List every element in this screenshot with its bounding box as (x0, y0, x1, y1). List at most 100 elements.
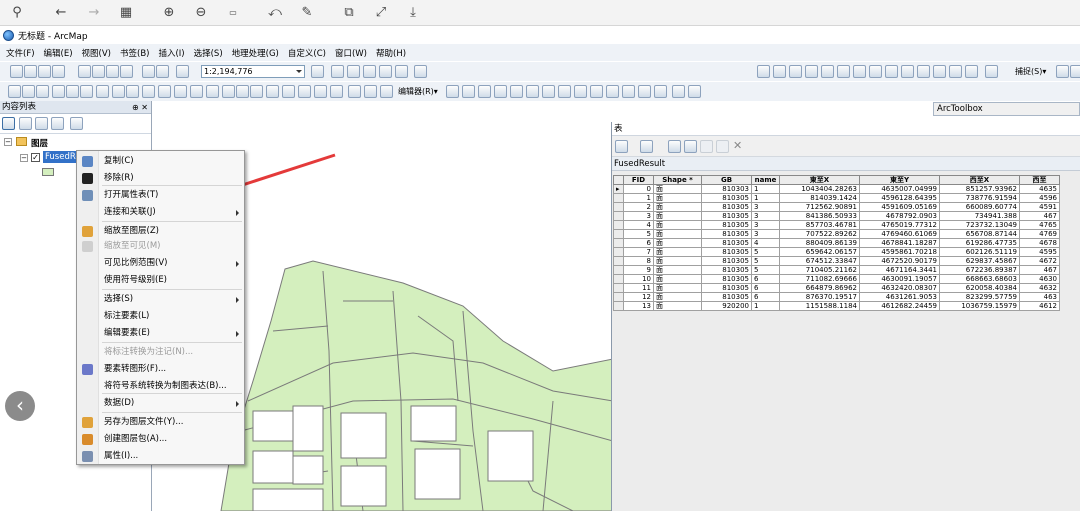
table-cell[interactable]: 712562.90891 (779, 202, 860, 212)
table-cell[interactable]: 3 (751, 202, 780, 212)
table-cell[interactable]: 4632 (1019, 283, 1060, 293)
table-cell[interactable]: 810305 (701, 265, 752, 275)
table-cell[interactable]: 664879.86962 (779, 283, 860, 293)
table-cell[interactable]: 4596 (1019, 193, 1060, 203)
table-cell[interactable]: 810305 (701, 229, 752, 239)
toolbar-button-icon[interactable] (542, 85, 555, 98)
column-header[interactable]: 東至Y (859, 175, 940, 185)
toolbar-button-icon[interactable] (206, 85, 219, 98)
table-cell[interactable]: 810305 (701, 274, 752, 284)
toolbar-button-icon[interactable] (78, 65, 91, 78)
related-tables-icon[interactable] (640, 140, 653, 153)
table-cell[interactable]: 面 (653, 274, 702, 284)
list-by-selection-icon[interactable] (51, 117, 64, 130)
table-cell[interactable]: 810305 (701, 220, 752, 230)
toolbar-button-icon[interactable] (120, 65, 133, 78)
table-cell[interactable]: 3 (623, 211, 654, 221)
row-selector[interactable] (613, 211, 624, 221)
toolbar-button-icon[interactable] (494, 85, 507, 98)
table-cell[interactable]: 629837.45867 (939, 256, 1020, 266)
toolbar-button-icon[interactable] (52, 65, 65, 78)
toolbar-button-icon[interactable] (622, 85, 635, 98)
table-cell[interactable]: 4769460.61069 (859, 229, 940, 239)
toolbar-button-icon[interactable] (869, 65, 882, 78)
toc-pin-close[interactable]: ⊕ ✕ (132, 101, 148, 114)
column-header[interactable]: name (751, 175, 780, 185)
table-cell[interactable]: 4769 (1019, 229, 1060, 239)
toolbar-button-icon[interactable] (8, 85, 21, 98)
toolbar-button-icon[interactable] (52, 85, 65, 98)
previous-arrow-button[interactable]: ‹ (5, 391, 35, 421)
toolbar-button-icon[interactable] (266, 85, 279, 98)
table-cell[interactable]: 3 (751, 220, 780, 230)
toolbar-button-icon[interactable] (510, 85, 523, 98)
table-cell[interactable]: 面 (653, 238, 702, 248)
toolbar-button-icon[interactable] (330, 85, 343, 98)
context-menu-item[interactable]: 连接和关联(J) (77, 204, 244, 221)
context-menu-item[interactable]: 缩放至可见(M) (77, 238, 244, 255)
table-cell[interactable]: 4672520.90179 (859, 256, 940, 266)
toolbar-button-icon[interactable] (380, 85, 393, 98)
table-row[interactable]: 6 面 810305 4 880409.86139 4678841.18287 619286… (613, 238, 1060, 248)
toolbar-button-icon[interactable] (446, 85, 459, 98)
table-row[interactable]: 13 面 920200 1 1151588.1184 4612682.24459 10367… (613, 301, 1060, 311)
table-cell[interactable]: 660089.60774 (939, 202, 1020, 212)
menu-item[interactable]: 自定义(C) (288, 47, 326, 59)
table-cell[interactable]: 1 (751, 301, 780, 311)
toolbar-button-icon[interactable] (688, 85, 701, 98)
table-cell[interactable]: 4631261.9053 (859, 292, 940, 302)
table-cell[interactable]: 8 (623, 256, 654, 266)
menu-item[interactable]: 帮助(H) (376, 47, 406, 59)
toolbar-button-icon[interactable] (176, 65, 189, 78)
table-cell[interactable]: 1151588.1184 (779, 301, 860, 311)
table-cell[interactable]: 707522.89262 (779, 229, 860, 239)
toolbar-button-icon[interactable] (414, 65, 427, 78)
menu-item[interactable]: 书签(B) (120, 47, 149, 59)
context-menu-item[interactable]: 可见比例范围(V) (77, 255, 244, 272)
table-cell[interactable]: 5 (623, 229, 654, 239)
table-cell[interactable]: 面 (653, 301, 702, 311)
list-by-visibility-icon[interactable] (35, 117, 48, 130)
table-cell[interactable]: 668663.68603 (939, 274, 1020, 284)
table-cell[interactable]: 4678792.0903 (859, 211, 940, 221)
table-row[interactable]: 11 面 810305 6 664879.86962 4632420.08307 62005… (613, 283, 1060, 293)
pin-icon[interactable]: ⚲ (8, 3, 26, 21)
table-cell[interactable]: 734941.388 (939, 211, 1020, 221)
table-cell[interactable]: 810305 (701, 283, 752, 293)
snapping-label[interactable]: 捕捉(S)▾ (1015, 66, 1046, 77)
table-cell[interactable]: 4765 (1019, 220, 1060, 230)
table-cell[interactable]: 674512.33847 (779, 256, 860, 266)
download-icon[interactable]: ⤓ (404, 3, 422, 21)
table-cell[interactable]: 620058.40384 (939, 283, 1020, 293)
toolbar-button-icon[interactable] (379, 65, 392, 78)
toolbar-button-icon[interactable] (156, 65, 169, 78)
table-cell[interactable]: 4672 (1019, 256, 1060, 266)
toolbar-button-icon[interactable] (66, 85, 79, 98)
column-header[interactable]: Shape * (653, 175, 702, 185)
toolbar-button-icon[interactable] (1056, 65, 1069, 78)
table-cell[interactable]: 4595 (1019, 247, 1060, 257)
toolbar-button-icon[interactable] (314, 85, 327, 98)
table-row[interactable]: 4 面 810305 3 857703.46781 4765019.77312 723732… (613, 220, 1060, 230)
toolbar-button-icon[interactable] (821, 65, 834, 78)
copy-icon[interactable]: ⧉ (340, 3, 358, 21)
zoom-in-icon[interactable]: ⊕ (160, 3, 178, 21)
table-cell[interactable]: 4612682.24459 (859, 301, 940, 311)
row-selector[interactable] (613, 229, 624, 239)
table-row[interactable]: 8 面 810305 5 674512.33847 4672520.90179 629837… (613, 256, 1060, 266)
row-selector[interactable] (613, 256, 624, 266)
toolbar-button-icon[interactable] (236, 85, 249, 98)
table-cell[interactable]: 810305 (701, 247, 752, 257)
toolbar-button-icon[interactable] (10, 65, 23, 78)
row-selector[interactable] (613, 238, 624, 248)
toolbar-button-icon[interactable] (590, 85, 603, 98)
table-cell[interactable]: 面 (653, 265, 702, 275)
delete-selected-icon[interactable]: ✕ (733, 139, 742, 152)
table-row[interactable]: 1 面 810305 1 814039.1424 4596128.64395 738776.… (613, 193, 1060, 203)
table-cell[interactable]: 1 (751, 184, 780, 194)
toolbar-button-icon[interactable] (638, 85, 651, 98)
layer-group-label[interactable]: 图层 (31, 137, 48, 149)
table-cell[interactable]: 4630091.19057 (859, 274, 940, 284)
row-selector[interactable] (613, 247, 624, 257)
edit-icon[interactable]: ✎ (298, 3, 316, 21)
